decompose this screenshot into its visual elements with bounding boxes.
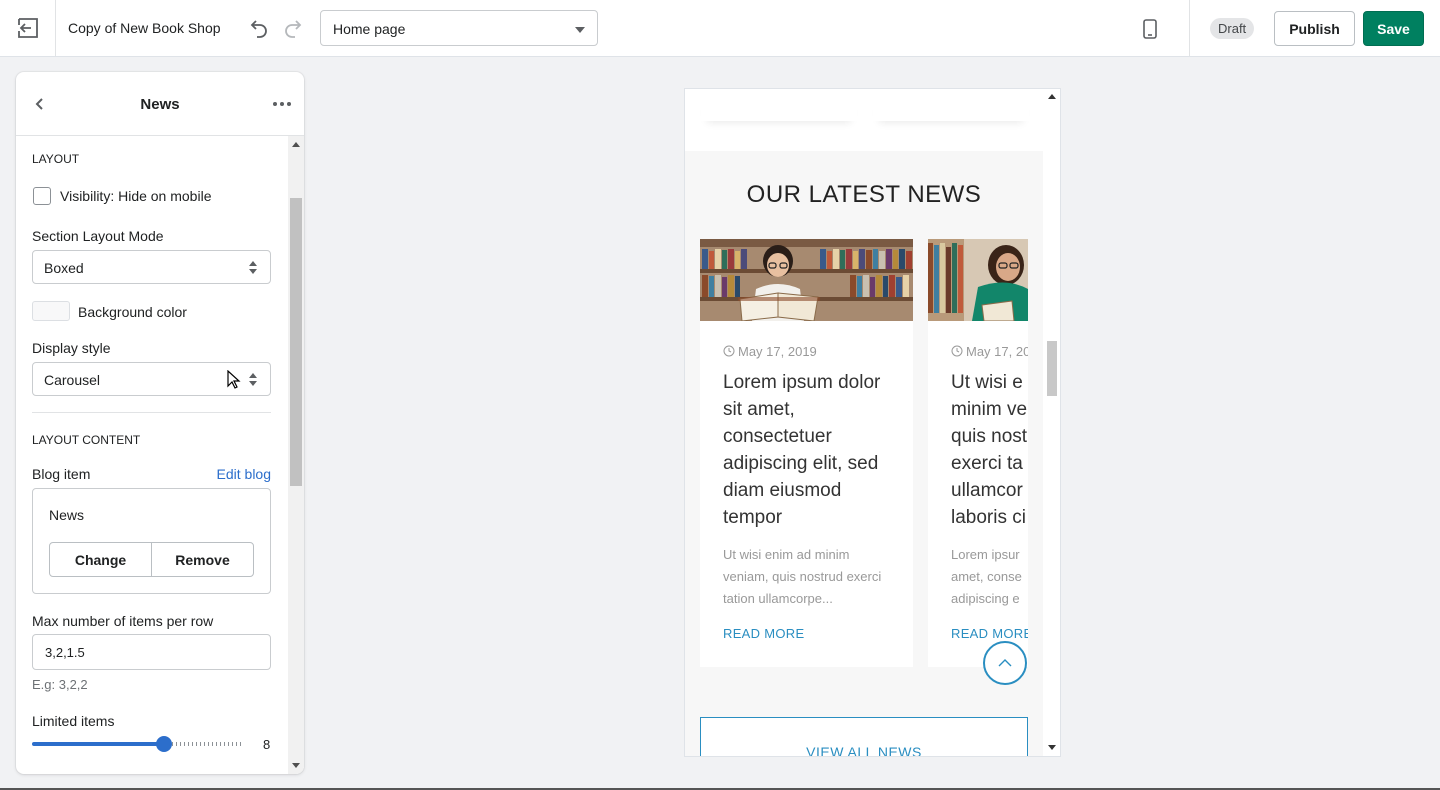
- caret-up-icon: [249, 261, 257, 266]
- chevron-down-icon: [575, 27, 585, 33]
- more-options-button[interactable]: [270, 94, 294, 114]
- previous-card: [701, 89, 857, 121]
- preview-scrollbar[interactable]: [1043, 89, 1060, 756]
- scroll-down-icon[interactable]: [292, 763, 300, 768]
- view-all-news-button[interactable]: VIEW ALL NEWS: [700, 717, 1028, 757]
- clock-icon: [723, 345, 735, 357]
- max-items-input[interactable]: 3,2,1.5: [32, 634, 271, 670]
- background-color-swatch[interactable]: [32, 301, 70, 321]
- view-all-news-label: VIEW ALL NEWS: [806, 744, 922, 757]
- caret-down-icon: [249, 269, 257, 274]
- redo-button[interactable]: [280, 14, 308, 42]
- scroll-up-icon[interactable]: [292, 142, 300, 147]
- section-divider: [32, 412, 271, 413]
- blog-card[interactable]: May 17, 20 Ut wisi e minim ve quis nost …: [928, 239, 1028, 667]
- mobile-device-icon: [1143, 19, 1157, 39]
- exit-editor-button[interactable]: [0, 0, 56, 56]
- scroll-down-icon[interactable]: [1048, 745, 1056, 750]
- scrollbar-thumb[interactable]: [290, 198, 302, 486]
- news-section: OUR LATEST NEWS May 17, 2019 Lorem ipsum…: [685, 151, 1043, 757]
- clock-icon: [951, 345, 963, 357]
- blog-picker: News Change Remove: [32, 488, 271, 594]
- section-layout-label: Section Layout Mode: [32, 228, 164, 244]
- read-more-link[interactable]: READ MORE: [951, 626, 1028, 641]
- slider-track-rest: [164, 742, 243, 746]
- shop-name: Copy of New Book Shop: [68, 20, 221, 36]
- scroll-up-icon[interactable]: [1048, 94, 1056, 99]
- carousel-peek: May 17, 20 Ut wisi e minim ve quis nost …: [928, 239, 1028, 669]
- post-date-text: May 17, 20: [966, 344, 1028, 359]
- post-excerpt: Ut wisi enim ad minim veniam, quis nostr…: [723, 547, 882, 606]
- caret-up-icon: [249, 373, 257, 378]
- max-items-hint: E.g: 3,2,2: [32, 677, 88, 692]
- blog-image-woman-reading[interactable]: [928, 239, 1028, 321]
- publish-button[interactable]: Publish: [1274, 11, 1355, 46]
- post-date: May 17, 20: [951, 344, 1028, 359]
- settings-panel: News LAYOUT Visibility: Hide on mobile S…: [16, 72, 304, 774]
- slider-fill: [32, 742, 164, 746]
- layout-content-heading: LAYOUT CONTENT: [32, 433, 141, 447]
- panel-header: News: [16, 72, 304, 136]
- chevron-up-icon: [998, 659, 1012, 667]
- redo-icon: [285, 20, 302, 38]
- post-date: May 17, 2019: [723, 344, 817, 359]
- read-more-link[interactable]: READ MORE: [723, 626, 804, 641]
- post-date-text: May 17, 2019: [738, 344, 817, 359]
- back-to-top-button[interactable]: [983, 641, 1027, 685]
- panel-scrollbar[interactable]: [288, 136, 304, 774]
- exit-icon: [17, 18, 38, 38]
- previous-section: [685, 89, 1043, 151]
- edit-blog-link[interactable]: Edit blog: [217, 466, 271, 482]
- undo-icon: [250, 20, 267, 38]
- blog-card[interactable]: May 17, 2019 Lorem ipsum dolor sit amet,…: [700, 239, 913, 667]
- more-horizontal-icon: [273, 102, 291, 106]
- mouse-cursor-icon: [227, 370, 241, 389]
- mobile-preview-button[interactable]: [1128, 12, 1172, 46]
- display-style-label: Display style: [32, 340, 111, 356]
- post-excerpt: Lorem ipsur amet, conse adipiscing e: [951, 547, 1022, 606]
- panel-body: LAYOUT Visibility: Hide on mobile Sectio…: [16, 136, 286, 774]
- save-button[interactable]: Save: [1363, 11, 1424, 46]
- max-items-label: Max number of items per row: [32, 613, 214, 629]
- toolbar-divider: [1189, 0, 1190, 56]
- scrollbar-thumb[interactable]: [1047, 341, 1057, 396]
- limited-items-label: Limited items: [32, 713, 115, 729]
- blog-image-girl-reading[interactable]: [700, 239, 913, 321]
- post-title[interactable]: Lorem ipsum dolor sit amet, consectetuer…: [723, 369, 898, 531]
- top-bar: Copy of New Book Shop Home page Draft Pu…: [0, 0, 1440, 57]
- remove-button[interactable]: Remove: [151, 543, 253, 576]
- status-badge: Draft: [1210, 18, 1255, 39]
- page-selector-value: Home page: [333, 21, 406, 37]
- post-title[interactable]: Ut wisi e minim ve quis nost exerci ta u…: [951, 369, 1028, 531]
- layout-heading: LAYOUT: [32, 152, 80, 166]
- section-layout-select[interactable]: Boxed: [32, 250, 271, 284]
- visibility-checkbox[interactable]: [33, 187, 51, 205]
- change-button[interactable]: Change: [50, 543, 151, 576]
- background-color-label: Background color: [78, 304, 187, 320]
- max-items-value: 3,2,1.5: [45, 645, 85, 660]
- limited-items-value: 8: [263, 737, 271, 752]
- display-style-value: Carousel: [44, 372, 101, 388]
- slider-thumb[interactable]: [156, 736, 172, 752]
- page-selector[interactable]: Home page: [320, 10, 598, 46]
- store-preview-frame: OUR LATEST NEWS May 17, 2019 Lorem ipsum…: [684, 88, 1061, 757]
- display-style-select[interactable]: Carousel: [32, 362, 271, 396]
- undo-button[interactable]: [244, 14, 272, 42]
- section-title: OUR LATEST NEWS: [746, 181, 982, 208]
- previous-card: [873, 89, 1029, 121]
- blog-item-label: Blog item: [32, 466, 91, 482]
- section-layout-value: Boxed: [44, 260, 84, 276]
- limited-items-slider[interactable]: [32, 736, 243, 752]
- visibility-label: Visibility: Hide on mobile: [60, 188, 212, 204]
- panel-title: News: [140, 96, 180, 113]
- caret-down-icon: [249, 381, 257, 386]
- blog-button-group: Change Remove: [49, 542, 254, 577]
- blog-name: News: [49, 507, 85, 523]
